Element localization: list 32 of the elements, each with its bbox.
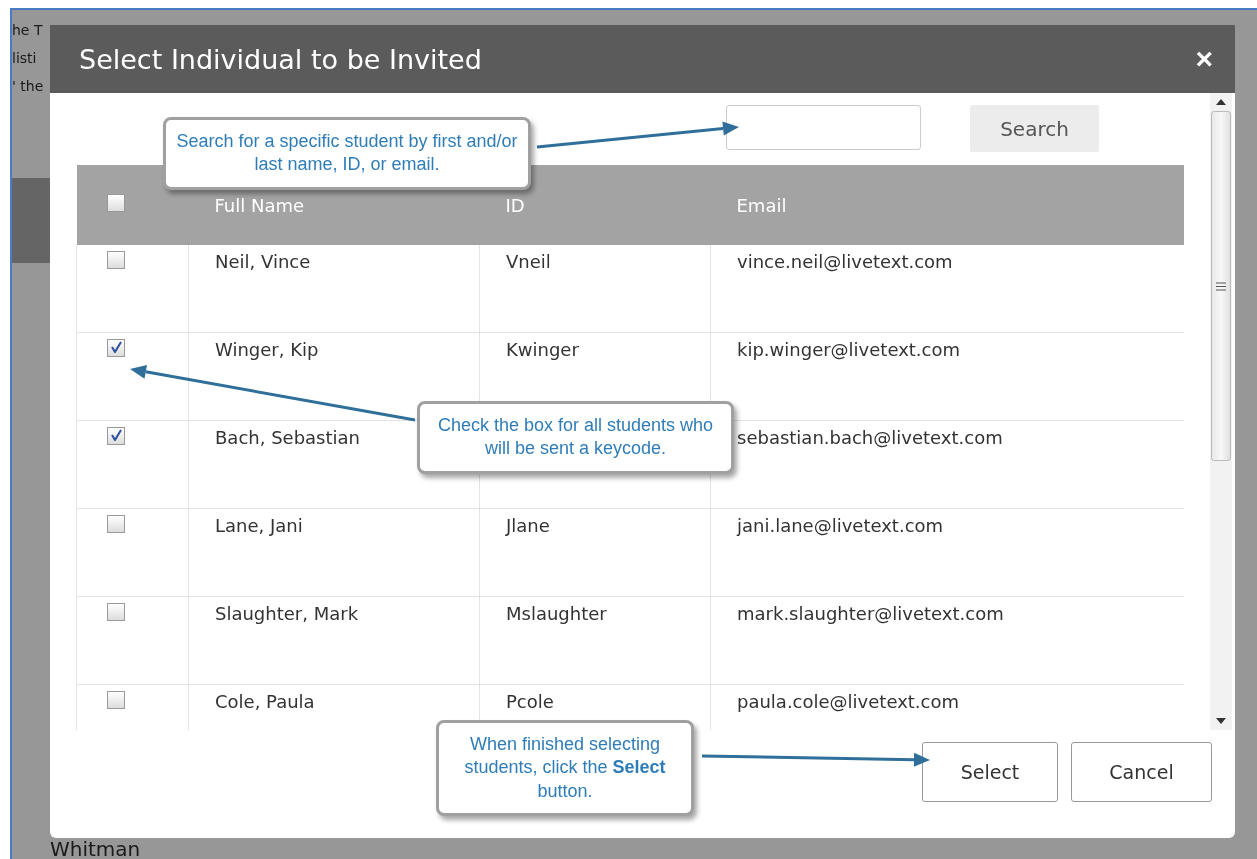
background-text: Whitman — [50, 839, 141, 859]
scrollbar[interactable] — [1210, 93, 1232, 730]
checkbox[interactable] — [107, 603, 125, 621]
column-header: ID — [479, 165, 711, 245]
select-button[interactable]: Select — [922, 742, 1058, 802]
callout-note: Search for a specific student by first and/or last name, ID, or email. — [163, 117, 531, 190]
grip-icon — [1216, 281, 1226, 291]
column-header: Email — [710, 165, 1184, 245]
table-cell: Vneil — [479, 245, 711, 333]
checkbox[interactable] — [106, 194, 125, 212]
cancel-button[interactable]: Cancel — [1071, 742, 1212, 802]
table-cell: Mslaughter — [479, 596, 711, 685]
checkbox[interactable] — [107, 427, 125, 445]
scroll-thumb[interactable] — [1211, 111, 1231, 461]
table-cell: Lane, Jani — [188, 508, 480, 597]
checkbox[interactable] — [107, 251, 125, 269]
checkbox[interactable] — [107, 691, 125, 709]
table-cell: Jlane — [479, 508, 711, 597]
close-button[interactable]: × — [1191, 42, 1217, 76]
checkbox[interactable] — [107, 515, 125, 533]
callout-note: When finished selecting students, click the Select button. — [436, 720, 694, 817]
background-text: he T — [12, 22, 43, 38]
search-button[interactable]: Search — [970, 105, 1099, 152]
checkbox[interactable] — [107, 339, 125, 357]
background-text: listi — [12, 50, 37, 66]
table-cell: Neil, Vince — [188, 245, 480, 333]
dialog-title: Select Individual to be Invited — [79, 43, 482, 75]
table-cell: Slaughter, Mark — [188, 596, 480, 685]
scroll-down-icon[interactable] — [1216, 718, 1226, 724]
search-field[interactable] — [726, 105, 921, 150]
scroll-up-icon[interactable] — [1216, 99, 1226, 105]
background-text: ' the — [12, 78, 44, 94]
